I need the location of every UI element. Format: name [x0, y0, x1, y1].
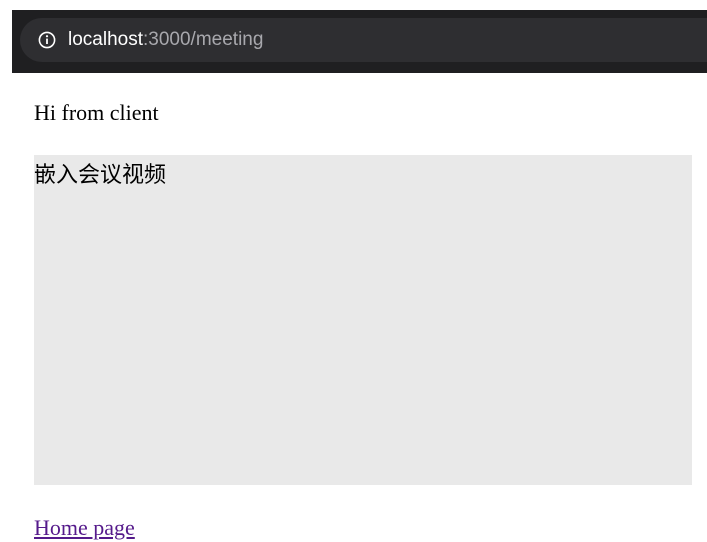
- url-host: localhost: [68, 29, 143, 50]
- video-placeholder-text: 嵌入会议视频: [34, 163, 167, 188]
- greeting-text: Hi from client: [34, 100, 159, 125]
- info-icon[interactable]: [38, 31, 56, 49]
- url-text[interactable]: localhost:3000/meeting: [68, 18, 263, 62]
- meeting-video-embed[interactable]: 嵌入会议视频: [34, 155, 692, 485]
- home-page-link[interactable]: Home page: [34, 514, 135, 542]
- address-bar[interactable]: localhost:3000/meeting: [20, 18, 707, 62]
- url-path: :3000/meeting: [143, 29, 264, 50]
- browser-toolbar: localhost:3000/meeting: [12, 10, 707, 73]
